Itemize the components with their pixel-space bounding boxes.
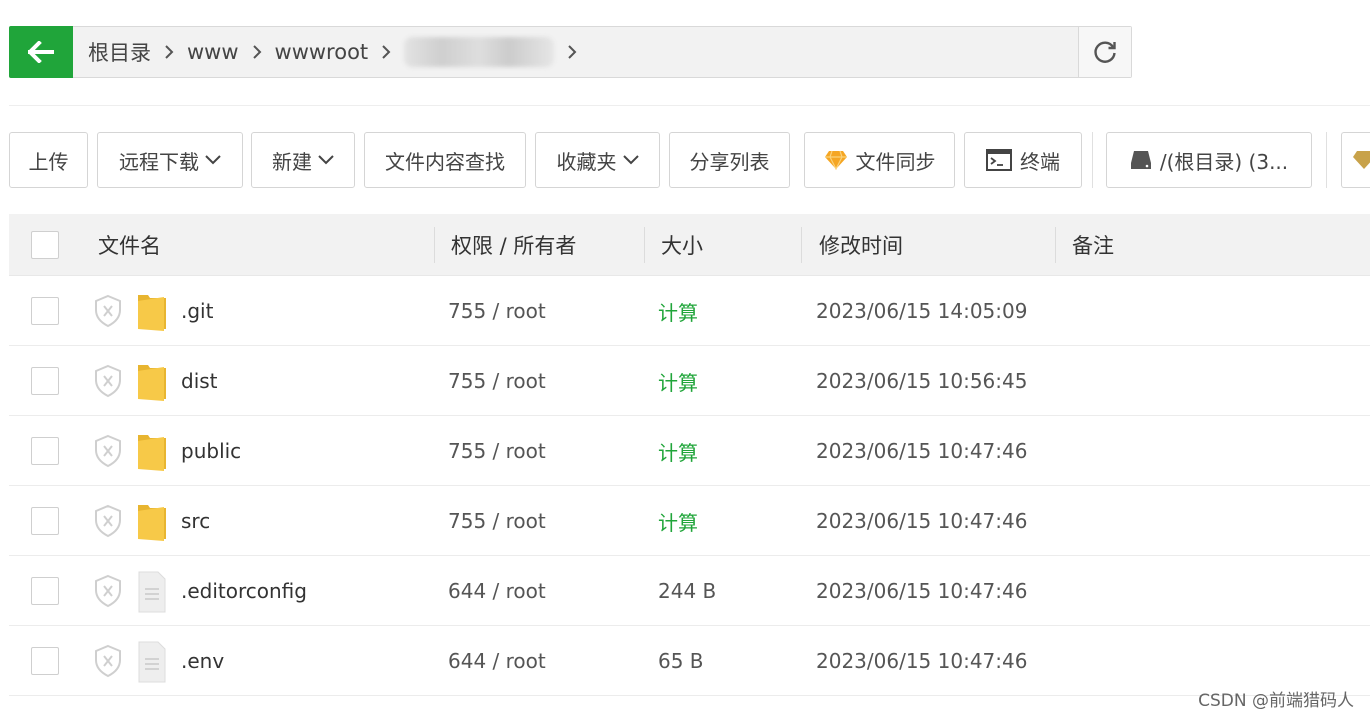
table-row[interactable]: .editorconfig 644 / root 244 B 2023/06/1… — [9, 556, 1370, 626]
toolbar-separator — [1092, 132, 1093, 188]
chevron-right-icon — [372, 45, 400, 59]
calc-size-link[interactable]: 计算 — [658, 486, 698, 556]
file-name[interactable]: .env — [181, 626, 224, 696]
modified-time: 2023/06/15 10:47:46 — [816, 439, 1028, 463]
shield-icon — [95, 504, 121, 538]
table-header: 文件名 权限 / 所有者 大小 修改时间 备注 — [9, 214, 1370, 276]
row-checkbox[interactable] — [31, 297, 59, 325]
row-checkbox[interactable] — [31, 437, 59, 465]
chevron-down-icon — [205, 155, 221, 165]
folder-icon — [138, 435, 166, 471]
chevron-right-icon — [243, 45, 271, 59]
file-name[interactable]: .git — [181, 276, 213, 346]
modified-time: 2023/06/15 14:05:09 — [816, 299, 1028, 323]
upload-button[interactable]: 上传 — [9, 132, 88, 188]
toolbar-separator — [1326, 132, 1327, 188]
table-row[interactable]: .git 755 / root 计算 2023/06/15 14:05:09 — [9, 276, 1370, 346]
header-mtime[interactable]: 修改时间 — [819, 214, 903, 276]
row-checkbox[interactable] — [31, 647, 59, 675]
header-permission[interactable]: 权限 / 所有者 — [451, 214, 576, 276]
file-icon — [138, 641, 166, 683]
breadcrumb-www[interactable]: www — [183, 40, 243, 64]
divider — [9, 105, 1370, 106]
favorites-button[interactable]: 收藏夹 — [535, 132, 660, 188]
permission[interactable]: 755 / root — [448, 416, 546, 486]
refresh-button[interactable] — [1078, 27, 1131, 77]
permission[interactable]: 644 / root — [448, 556, 546, 626]
watermark: CSDN @前端猎码人 — [1198, 691, 1354, 711]
table-row[interactable]: public 755 / root 计算 2023/06/15 10:47:46 — [9, 416, 1370, 486]
modified-time: 2023/06/15 10:56:45 — [816, 369, 1028, 393]
disk-icon — [1130, 150, 1152, 170]
chevron-right-icon — [155, 45, 183, 59]
row-checkbox[interactable] — [31, 577, 59, 605]
folder-icon — [138, 295, 166, 331]
arrow-left-icon — [28, 41, 54, 63]
modified-time: 2023/06/15 10:47:46 — [816, 579, 1028, 603]
chevron-down-icon — [318, 155, 334, 165]
permission[interactable]: 755 / root — [448, 276, 546, 346]
breadcrumb-wwwroot[interactable]: wwwroot — [271, 40, 373, 64]
shield-icon — [95, 574, 121, 608]
calc-size-link[interactable]: 计算 — [658, 346, 698, 416]
file-name[interactable]: dist — [181, 346, 218, 416]
table-row[interactable]: src 755 / root 计算 2023/06/15 10:47:46 — [9, 486, 1370, 556]
permission[interactable]: 755 / root — [448, 346, 546, 416]
shield-icon — [95, 294, 121, 328]
breadcrumb-root[interactable]: 根目录 — [84, 37, 155, 67]
calc-size-link[interactable]: 计算 — [658, 276, 698, 346]
permission[interactable]: 644 / root — [448, 626, 546, 696]
file-name[interactable]: public — [181, 416, 241, 486]
share-list-button[interactable]: 分享列表 — [669, 132, 790, 188]
header-separator — [434, 227, 435, 263]
content-search-button[interactable]: 文件内容查找 — [364, 132, 526, 188]
back-button[interactable] — [9, 26, 73, 78]
table-body: .git 755 / root 计算 2023/06/15 14:05:09 d… — [9, 276, 1370, 696]
disk-button[interactable]: /(根目录) (3... — [1106, 132, 1312, 188]
diamond-icon — [824, 150, 848, 170]
modified-time: 2023/06/15 10:47:46 — [816, 649, 1028, 673]
new-button[interactable]: 新建 — [251, 132, 355, 188]
header-filename[interactable]: 文件名 — [98, 214, 161, 276]
file-size: 65 B — [658, 649, 704, 673]
shield-icon — [95, 644, 121, 678]
select-all-checkbox[interactable] — [31, 231, 59, 259]
table-row[interactable]: .env 644 / root 65 B 2023/06/15 10:47:46 — [9, 626, 1370, 696]
row-checkbox[interactable] — [31, 367, 59, 395]
row-checkbox[interactable] — [31, 507, 59, 535]
header-size[interactable]: 大小 — [661, 214, 703, 276]
file-size: 244 B — [658, 579, 717, 603]
folder-icon — [138, 505, 166, 541]
breadcrumb-redacted[interactable] — [404, 37, 555, 67]
file-sync-button[interactable]: 文件同步 — [804, 132, 955, 188]
header-separator — [644, 227, 645, 263]
path-bar: 根目录 www wwwroot — [9, 26, 1132, 78]
table-row[interactable]: dist 755 / root 计算 2023/06/15 10:56:45 — [9, 346, 1370, 416]
header-separator — [1055, 227, 1056, 263]
remote-download-button[interactable]: 远程下载 — [97, 132, 243, 188]
terminal-button[interactable]: 终端 — [964, 132, 1082, 188]
modified-time: 2023/06/15 10:47:46 — [816, 509, 1028, 533]
file-name[interactable]: src — [181, 486, 210, 556]
permission[interactable]: 755 / root — [448, 486, 546, 556]
refresh-icon — [1094, 41, 1116, 63]
header-note: 备注 — [1072, 234, 1114, 258]
shield-icon — [95, 364, 121, 398]
calc-size-link[interactable]: 计算 — [658, 416, 698, 486]
folder-icon — [138, 365, 166, 401]
header-separator — [801, 227, 802, 263]
file-table: 文件名 权限 / 所有者 大小 修改时间 备注 .git 755 / root … — [9, 214, 1370, 696]
terminal-icon — [986, 149, 1012, 171]
diamond-icon — [1352, 150, 1370, 170]
chevron-right-icon — [558, 45, 586, 59]
pro-button[interactable] — [1341, 132, 1370, 188]
file-name[interactable]: .editorconfig — [181, 556, 307, 626]
chevron-down-icon — [622, 155, 639, 165]
shield-icon — [95, 434, 121, 468]
file-icon — [138, 571, 166, 613]
breadcrumb: 根目录 www wwwroot — [73, 27, 1078, 77]
